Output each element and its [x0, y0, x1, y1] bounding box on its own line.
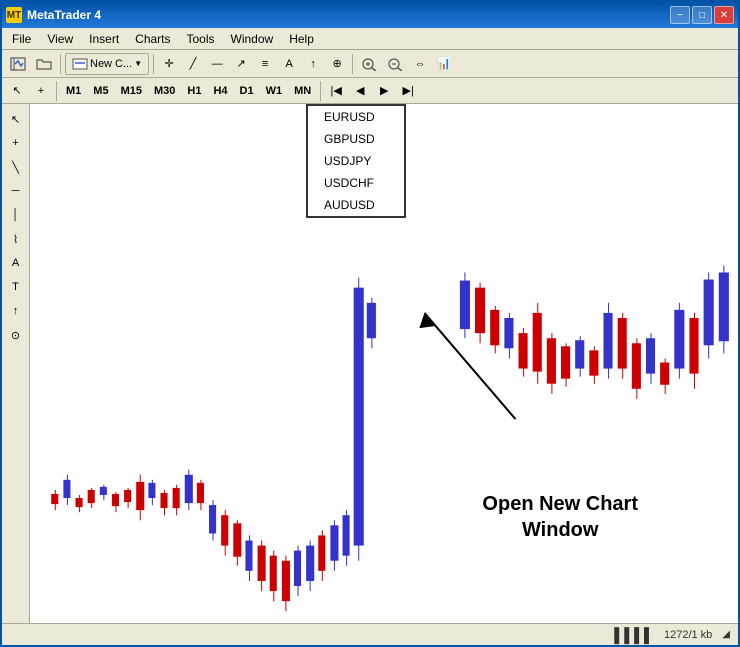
toolbar-line[interactable]: ╱ [182, 53, 204, 75]
dropdown-item-gbpusd[interactable]: GBPUSD [308, 128, 404, 150]
toolbar-trend[interactable]: ↗ [230, 53, 252, 75]
main-window: MT MetaTrader 4 − □ ✕ File View Insert C… [0, 0, 740, 647]
status-scroll: ◢ [722, 629, 730, 640]
tf-mn[interactable]: MN [289, 81, 316, 101]
tf-m1[interactable]: M1 [61, 81, 86, 101]
toolbar-new-chart[interactable] [6, 53, 30, 75]
tool-vline[interactable]: │ [5, 204, 27, 226]
toolbar-sep-1 [60, 54, 61, 74]
tf-h1[interactable]: H1 [182, 81, 206, 101]
menu-file[interactable]: File [4, 30, 39, 48]
toolbar-crosshair[interactable]: ✛ [158, 53, 180, 75]
status-bar: ▌▌▌▌ 1272/1 kb ◢ [2, 623, 738, 645]
close-button[interactable]: ✕ [714, 6, 734, 24]
toolbar-fib[interactable]: ≡ [254, 53, 276, 75]
tf-m15[interactable]: M15 [116, 81, 147, 101]
toolbar-hline[interactable]: — [206, 53, 228, 75]
toolbar-scroll-next[interactable]: ▶ [373, 80, 395, 102]
menu-help[interactable]: Help [281, 30, 322, 48]
app-icon: MT [6, 7, 22, 23]
menu-window[interactable]: Window [223, 30, 282, 48]
cursor-tool[interactable]: ↖ [6, 80, 28, 102]
tool-hline2[interactable]: ─ [5, 180, 27, 202]
tf-m5[interactable]: M5 [88, 81, 113, 101]
toolbar-text[interactable]: A [278, 53, 300, 75]
tf-w1[interactable]: W1 [261, 81, 288, 101]
tool-label[interactable]: T [5, 276, 27, 298]
tf-sep-2 [320, 81, 321, 101]
title-bar: MT MetaTrader 4 − □ ✕ [2, 2, 738, 28]
toolbar-indicators[interactable]: 📊 [433, 53, 455, 75]
dropdown-item-usdchf[interactable]: USDCHF [308, 172, 404, 194]
title-bar-left: MT MetaTrader 4 [6, 7, 101, 23]
crosshair-tool[interactable]: + [30, 80, 52, 102]
toolbar-scale[interactable]: ⇔ [409, 53, 431, 75]
timeframe-toolbar: ↖ + M1 M5 M15 M30 H1 H4 D1 W1 MN |◀ ◀ ▶ … [2, 78, 738, 104]
tool-line[interactable]: ╲ [5, 156, 27, 178]
toolbar-sep-2 [153, 54, 154, 74]
toolbar-scroll-start[interactable]: |◀ [325, 80, 347, 102]
toolbar-zoom-out[interactable] [383, 53, 407, 75]
toolbar-sep-3 [352, 54, 353, 74]
toolbar-zoom-in[interactable] [357, 53, 381, 75]
tool-period[interactable]: ⊙ [5, 324, 27, 346]
toolbar-cursor[interactable]: ⊕ [326, 53, 348, 75]
toolbar-scroll-prev[interactable]: ◀ [349, 80, 371, 102]
new-chart-label: New C... [90, 58, 132, 70]
tool-arrow2[interactable]: ↑ [5, 300, 27, 322]
left-sidebar: ↖ + ╲ ─ │ ⌇ A T ↑ ⊙ [2, 104, 30, 623]
symbol-dropdown[interactable]: EURUSD GBPUSD USDJPY USDCHF AUDUSD [306, 104, 406, 218]
title-bar-buttons: − □ ✕ [670, 6, 734, 24]
tf-sep-1 [56, 81, 57, 101]
tool-crosshair[interactable]: + [5, 132, 27, 154]
main-content: ↖ + ╲ ─ │ ⌇ A T ↑ ⊙ [2, 104, 738, 623]
tf-h4[interactable]: H4 [208, 81, 232, 101]
chart-area: EURUSD GBPUSD USDJPY USDCHF AUDUSD Open … [30, 104, 738, 623]
menu-tools[interactable]: Tools [179, 30, 223, 48]
new-dropdown-arrow: ▼ [134, 59, 142, 68]
new-chart-button[interactable]: New C... ▼ [65, 53, 149, 75]
tool-text2[interactable]: A [5, 252, 27, 274]
tf-m30[interactable]: M30 [149, 81, 180, 101]
main-toolbar: New C... ▼ ✛ ╱ — ↗ ≡ A ↑ ⊕ ⇔ [2, 50, 738, 78]
status-info: 1272/1 kb [664, 629, 712, 641]
menu-view[interactable]: View [39, 30, 81, 48]
menu-insert[interactable]: Insert [81, 30, 127, 48]
tool-equidistant[interactable]: ⌇ [5, 228, 27, 250]
dropdown-item-usdjpy[interactable]: USDJPY [308, 150, 404, 172]
window-title: MetaTrader 4 [27, 8, 101, 22]
toolbar-scroll-end[interactable]: ▶| [397, 80, 419, 102]
toolbar-arrow[interactable]: ↑ [302, 53, 324, 75]
menu-charts[interactable]: Charts [127, 30, 178, 48]
dropdown-item-eurusd[interactable]: EURUSD [308, 106, 404, 128]
dropdown-item-audusd[interactable]: AUDUSD [308, 194, 404, 216]
tf-d1[interactable]: D1 [235, 81, 259, 101]
maximize-button[interactable]: □ [692, 6, 712, 24]
status-bars-icon: ▌▌▌▌ [614, 627, 654, 643]
menu-bar: File View Insert Charts Tools Window Hel… [2, 28, 738, 50]
toolbar-open[interactable] [32, 53, 56, 75]
minimize-button[interactable]: − [670, 6, 690, 24]
tool-arrow[interactable]: ↖ [5, 108, 27, 130]
